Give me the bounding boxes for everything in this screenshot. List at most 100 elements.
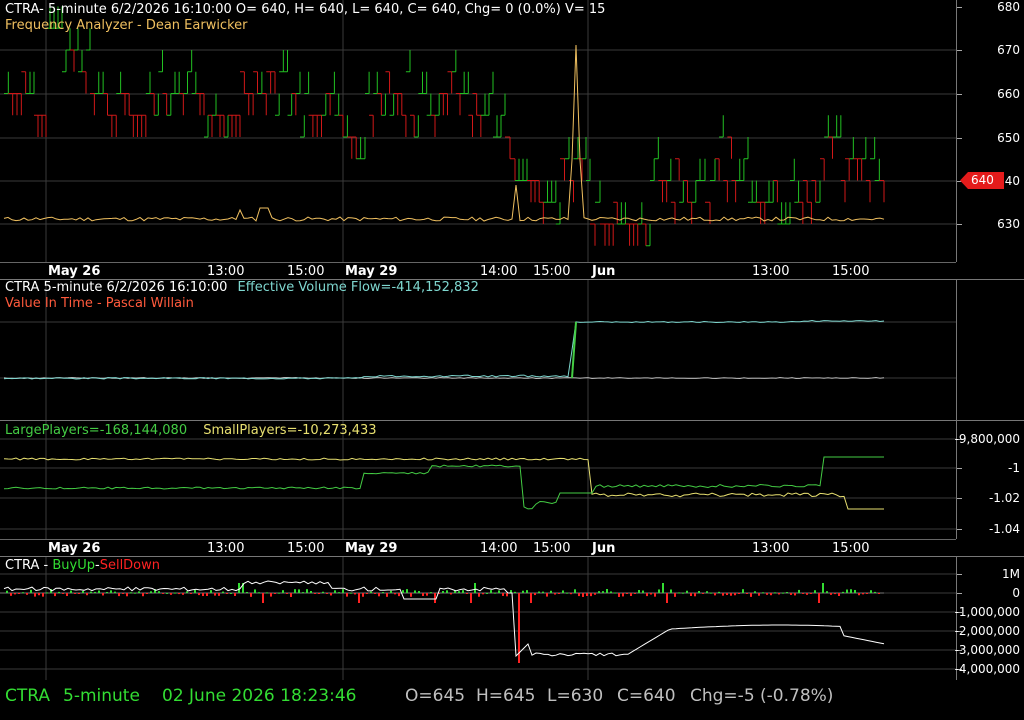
histogram-bar xyxy=(514,591,516,593)
histogram-bar xyxy=(62,593,64,594)
histogram-bar xyxy=(582,593,584,597)
histogram-bar xyxy=(506,593,508,597)
price-panel[interactable]: CTRA- 5-minute 6/2/2026 16:10:00 O= 640,… xyxy=(0,0,1024,262)
histogram-bar xyxy=(682,592,684,594)
histogram-bar xyxy=(86,593,88,596)
time-axis-label: May 26 xyxy=(48,264,101,279)
evf-y-axis[interactable] xyxy=(957,280,1024,420)
histogram-bar xyxy=(22,592,24,594)
evf-jump xyxy=(571,321,577,379)
players-y-axis[interactable]: -9,800,000 -1 -1.02 -1.04 xyxy=(955,421,1024,539)
tickmark xyxy=(957,468,962,469)
histogram-bar xyxy=(482,593,484,595)
histogram-bar xyxy=(226,593,228,594)
histogram-bar xyxy=(530,593,532,603)
evf-panel[interactable]: CTRA 5-minute 6/2/2026 16:10:00 Effectiv… xyxy=(0,280,1024,420)
histogram-bar xyxy=(614,592,616,594)
buyup-selldown-chart[interactable] xyxy=(0,557,956,680)
histogram-bar xyxy=(394,593,396,595)
histogram-bar xyxy=(354,593,356,595)
y-tick: -1.02 xyxy=(988,491,1020,505)
histogram-bar xyxy=(638,589,640,593)
histogram-bar xyxy=(158,591,160,593)
histogram-bar xyxy=(486,592,488,594)
histogram-bar xyxy=(874,591,876,593)
price-plot-area[interactable]: CTRA- 5-minute 6/2/2026 16:10:00 O= 640,… xyxy=(0,0,957,262)
histogram-bar xyxy=(126,593,128,597)
histogram-bar xyxy=(422,593,424,596)
players-chart[interactable] xyxy=(0,421,956,539)
histogram-bar xyxy=(198,593,200,596)
buyup-y-axis[interactable]: 1M 0 -1,000,000 -2,000,000 -3,000,000 -4… xyxy=(954,557,1024,680)
histogram-bar xyxy=(802,593,804,594)
histogram-bar xyxy=(766,593,768,595)
histogram-bar xyxy=(162,593,164,594)
status-low: L=630 xyxy=(547,686,604,706)
buyup-plot-area[interactable]: CTRA - BuyUp-SellDown xyxy=(0,557,957,680)
histogram-bar xyxy=(738,593,740,594)
tickmark xyxy=(957,529,962,530)
histogram-bar xyxy=(18,593,20,594)
histogram-bar xyxy=(722,593,724,596)
indicator-title: Frequency Analyzer - Dean Earwicker xyxy=(5,18,248,33)
players-header: LargePlayers=-168,144,080 SmallPlayers=-… xyxy=(5,423,377,438)
histogram-bar xyxy=(302,592,304,594)
players-plot-area[interactable]: LargePlayers=-168,144,080 SmallPlayers=-… xyxy=(0,421,957,539)
histogram-bar xyxy=(370,591,372,593)
histogram-bar xyxy=(182,593,184,595)
histogram-bar xyxy=(414,590,416,593)
histogram-bar xyxy=(446,590,448,593)
buyup-header: CTRA - BuyUp-SellDown xyxy=(5,558,160,573)
histogram-bar xyxy=(838,593,840,597)
histogram-bar xyxy=(694,593,696,597)
histogram-bar xyxy=(458,591,460,593)
histogram-bar xyxy=(658,589,660,593)
histogram-bar xyxy=(110,590,112,593)
status-high: H=645 xyxy=(476,686,536,706)
evf-header-prefix: CTRA 5-minute 6/2/2026 16:10:00 xyxy=(5,280,228,295)
histogram-bar xyxy=(98,590,100,593)
time-axis-label: Jun xyxy=(592,264,616,279)
histogram-bar xyxy=(318,593,320,594)
histogram-bar xyxy=(238,583,240,593)
histogram-bar xyxy=(494,592,496,594)
histogram-bar xyxy=(622,593,624,597)
evf-plot-area[interactable]: CTRA 5-minute 6/2/2026 16:10:00 Effectiv… xyxy=(0,280,957,420)
histogram-bar xyxy=(10,593,12,596)
histogram-bar xyxy=(566,592,568,594)
time-axis-top[interactable]: May 26 13:00 15:00 May 29 14:00 15:00 Jun 13:00… xyxy=(0,262,956,280)
histogram-bar xyxy=(410,593,412,597)
status-symbol: CTRA xyxy=(5,686,51,706)
histogram-bar xyxy=(138,591,140,593)
histogram-bar xyxy=(630,593,632,597)
histogram-bar xyxy=(606,589,608,593)
y-tick: -1,000,000 xyxy=(954,605,1020,619)
histogram-bar xyxy=(878,593,880,594)
price-y-axis[interactable]: 680 670 660 650 640 630 xyxy=(957,0,1024,262)
y-tick: -4,000,000 xyxy=(954,662,1020,676)
histogram-bar xyxy=(262,593,264,603)
histogram-bar xyxy=(554,593,556,595)
histogram-bar xyxy=(762,592,764,594)
histogram-bar xyxy=(434,593,436,603)
histogram-bar xyxy=(58,591,60,593)
histogram-bar xyxy=(626,593,628,594)
status-close: C=640 xyxy=(617,686,676,706)
histogram-bar xyxy=(214,593,216,596)
histogram-bar xyxy=(806,593,808,595)
histogram-bar xyxy=(386,593,388,597)
y-tick: -3,000,000 xyxy=(954,643,1020,657)
status-bar: CTRA 5-minute 02 June 2026 18:23:46 O=64… xyxy=(0,680,1024,720)
players-panel[interactable]: LargePlayers=-168,144,080 SmallPlayers=-… xyxy=(0,421,1024,539)
time-axis-label: 15:00 xyxy=(287,541,325,556)
histogram-bar xyxy=(114,591,116,593)
histogram-bar xyxy=(378,593,380,597)
histogram-bar xyxy=(846,589,848,593)
price-chart[interactable] xyxy=(0,0,956,262)
histogram-bar xyxy=(798,589,800,593)
time-axis-label: 15:00 xyxy=(533,264,571,279)
buyup-selldown-panel[interactable]: CTRA - BuyUp-SellDown 1M 0 -1,000,000 -2… xyxy=(0,557,1024,680)
tickmark xyxy=(957,138,962,139)
time-axis-bottom[interactable]: May 26 13:00 15:00 May 29 14:00 15:00 Jun 13:00… xyxy=(0,539,956,557)
histogram-bar xyxy=(374,593,376,594)
